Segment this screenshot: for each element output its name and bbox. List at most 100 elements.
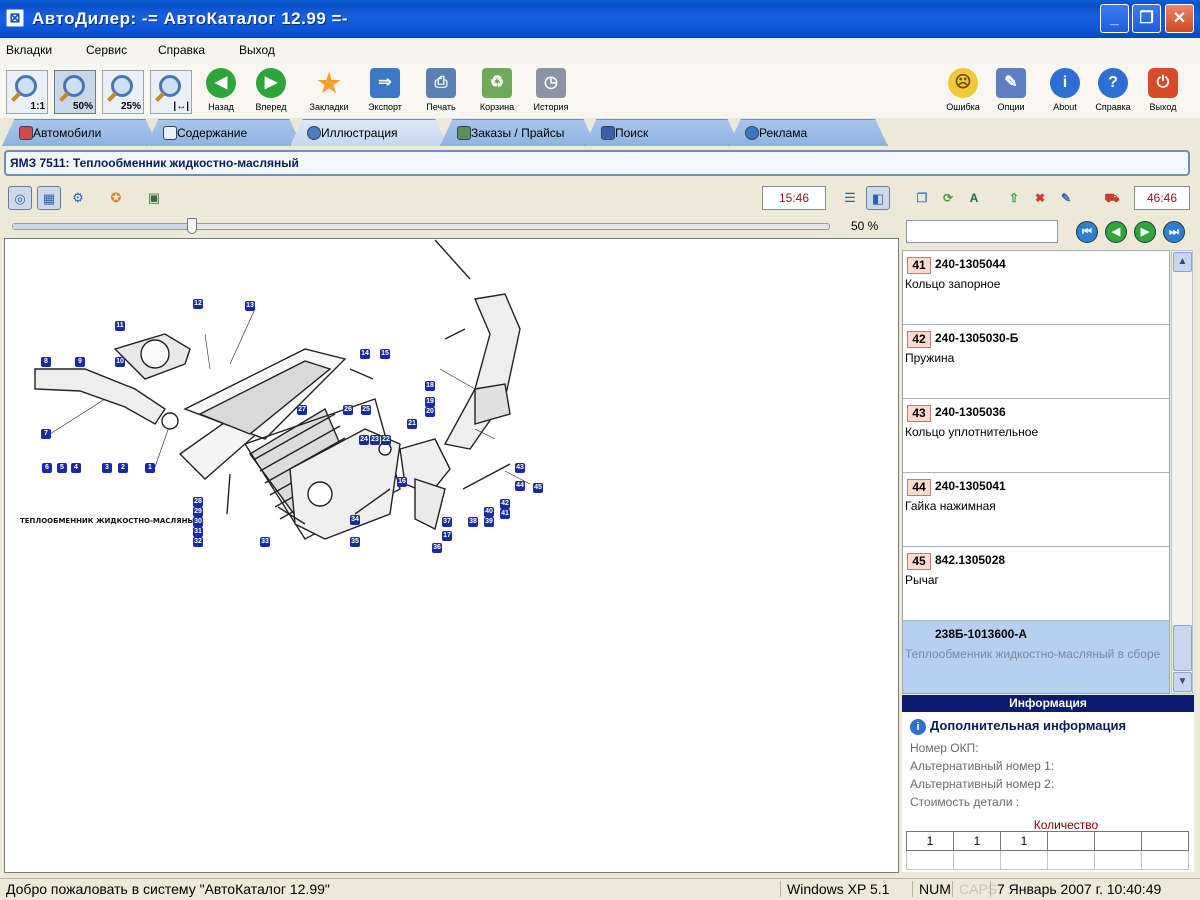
about-button[interactable]: i About — [1042, 68, 1088, 116]
callout-marker[interactable]: 11 — [115, 321, 125, 331]
callout-marker[interactable]: 1 — [145, 463, 155, 473]
forward-button[interactable]: ▶ Вперед — [248, 68, 294, 116]
help-button[interactable]: ? Справка — [1090, 68, 1136, 116]
callout-marker[interactable]: 41 — [500, 509, 510, 519]
car-small-icon[interactable]: ⛟ — [1102, 188, 1122, 208]
error-button[interactable]: ☹ Ошибка — [940, 68, 986, 116]
illustration-canvas[interactable]: ТЕПЛООБМЕННИК ЖИДКОСТНО-МАСЛЯНЫЙ 1234567… — [4, 238, 899, 873]
callout-marker[interactable]: 29 — [193, 507, 203, 517]
last-icon[interactable]: ⏭ — [1163, 221, 1185, 243]
print-button[interactable]: ⎙ Печать — [418, 68, 464, 116]
camera-icon[interactable]: ▣ — [142, 186, 166, 210]
app-icon[interactable]: ⊠ — [6, 9, 24, 27]
callout-marker[interactable]: 35 — [350, 537, 360, 547]
callout-marker[interactable]: 25 — [361, 405, 371, 415]
prev-icon[interactable]: ◀ — [1105, 221, 1127, 243]
zoom-fit-width-button[interactable]: |↔| — [150, 70, 192, 114]
callout-marker[interactable]: 28 — [193, 497, 203, 507]
parts-search-input[interactable] — [906, 220, 1058, 243]
split-view-icon[interactable]: ◧ — [866, 186, 890, 210]
menu-service[interactable]: Сервис — [86, 43, 127, 57]
tab-contents[interactable]: Содержание — [146, 119, 302, 146]
menu-exit[interactable]: Выход — [239, 43, 275, 57]
maximize-button[interactable]: ❐ — [1132, 4, 1161, 33]
font-icon[interactable]: A — [964, 188, 984, 208]
callout-marker[interactable]: 4 — [71, 463, 81, 473]
callout-marker[interactable]: 9 — [75, 357, 85, 367]
callout-marker[interactable]: 43 — [515, 463, 525, 473]
list-view-icon[interactable]: ☰ — [838, 186, 862, 210]
callout-marker[interactable]: 19 — [425, 397, 435, 407]
refresh-icon[interactable]: ⟳ — [938, 188, 958, 208]
part-item[interactable]: 41 240-1305044 Кольцо запорное — [903, 251, 1169, 325]
callout-marker[interactable]: 24 — [359, 435, 369, 445]
callout-marker[interactable]: 2 — [118, 463, 128, 473]
callout-marker[interactable]: 12 — [193, 299, 203, 309]
callout-marker[interactable]: 26 — [343, 405, 353, 415]
callout-marker[interactable]: 18 — [425, 381, 435, 391]
part-item[interactable]: 43 240-1305036 Кольцо уплотнительное — [903, 399, 1169, 473]
close-button[interactable]: ✕ — [1165, 4, 1194, 33]
next-icon[interactable]: ▶ — [1134, 221, 1156, 243]
part-item-selected[interactable]: 238Б-1013600-А Теплообменник жидкостно-м… — [903, 621, 1169, 693]
callout-marker[interactable]: 34 — [350, 515, 360, 525]
callout-marker[interactable]: 23 — [370, 435, 380, 445]
callout-marker[interactable]: 32 — [193, 537, 203, 547]
options-button[interactable]: ✎ Опции — [988, 68, 1034, 116]
callout-marker[interactable]: 8 — [41, 357, 51, 367]
exit-button[interactable]: ⏻ Выход — [1140, 68, 1186, 116]
zoom-slider[interactable] — [12, 223, 830, 230]
callout-marker[interactable]: 27 — [297, 405, 307, 415]
export-button[interactable]: ⇒ Экспорт — [362, 68, 408, 116]
callout-marker[interactable]: 17 — [442, 531, 452, 541]
zoom-25-button[interactable]: 25% — [102, 70, 144, 114]
part-item[interactable]: 42 240-1305030-Б Пружина — [903, 325, 1169, 399]
callout-marker[interactable]: 44 — [515, 481, 525, 491]
select-tool-icon[interactable]: ◎ — [8, 186, 32, 210]
gear-icon[interactable]: ⚙ — [66, 186, 90, 210]
callout-marker[interactable]: 15 — [380, 349, 390, 359]
minimize-button[interactable]: _ — [1100, 4, 1129, 33]
callout-marker[interactable]: 22 — [381, 435, 391, 445]
bookmarks-button[interactable]: ★ Закладки — [306, 68, 352, 116]
callout-marker[interactable]: 16 — [397, 477, 407, 487]
scroll-down-icon[interactable]: ▼ — [1173, 672, 1192, 692]
callout-marker[interactable]: 30 — [193, 517, 203, 527]
part-item[interactable]: 45 842.1305028 Рычаг — [903, 547, 1169, 621]
tab-orders-prices[interactable]: Заказы / Прайсы — [440, 119, 596, 146]
callout-marker[interactable]: 45 — [533, 483, 543, 493]
scroll-thumb[interactable] — [1173, 625, 1192, 671]
callout-marker[interactable]: 5 — [57, 463, 67, 473]
callout-marker[interactable]: 37 — [442, 517, 452, 527]
copy-icon[interactable]: ❐ — [912, 188, 932, 208]
callout-marker[interactable]: 3 — [102, 463, 112, 473]
callout-marker[interactable]: 7 — [41, 429, 51, 439]
up-arrow-icon[interactable]: ⇧ — [1004, 188, 1024, 208]
cart-button[interactable]: ♻ Корзина — [474, 68, 520, 116]
scroll-up-icon[interactable]: ▲ — [1173, 252, 1192, 272]
callout-marker[interactable]: 6 — [42, 463, 52, 473]
callout-marker[interactable]: 13 — [245, 301, 255, 311]
history-button[interactable]: ◷ История — [528, 68, 574, 116]
bookmark-star-icon[interactable]: ✪ — [104, 186, 128, 210]
grid-icon[interactable]: ▦ — [37, 186, 61, 210]
callout-marker[interactable]: 38 — [468, 517, 478, 527]
callout-marker[interactable]: 10 — [115, 357, 125, 367]
zoom-slider-thumb[interactable] — [186, 218, 197, 234]
edit-icon[interactable]: ✎ — [1056, 188, 1076, 208]
tab-illustration[interactable]: Иллюстрация — [290, 119, 448, 146]
callout-marker[interactable]: 36 — [432, 543, 442, 553]
parts-scrollbar[interactable]: ▲ ▼ — [1171, 250, 1193, 694]
menu-tabs[interactable]: Вкладки — [6, 43, 52, 57]
callout-marker[interactable]: 40 — [484, 507, 494, 517]
callout-marker[interactable]: 39 — [484, 517, 494, 527]
callout-marker[interactable]: 33 — [260, 537, 270, 547]
callout-marker[interactable]: 21 — [407, 419, 417, 429]
first-icon[interactable]: ⏮ — [1076, 221, 1098, 243]
tab-search[interactable]: Поиск — [584, 119, 740, 146]
callout-marker[interactable]: 20 — [425, 407, 435, 417]
back-button[interactable]: ◀ Назад — [198, 68, 244, 116]
zoom-1-1-button[interactable]: 1:1 — [6, 70, 48, 114]
callout-marker[interactable]: 31 — [193, 527, 203, 537]
callout-marker[interactable]: 14 — [360, 349, 370, 359]
